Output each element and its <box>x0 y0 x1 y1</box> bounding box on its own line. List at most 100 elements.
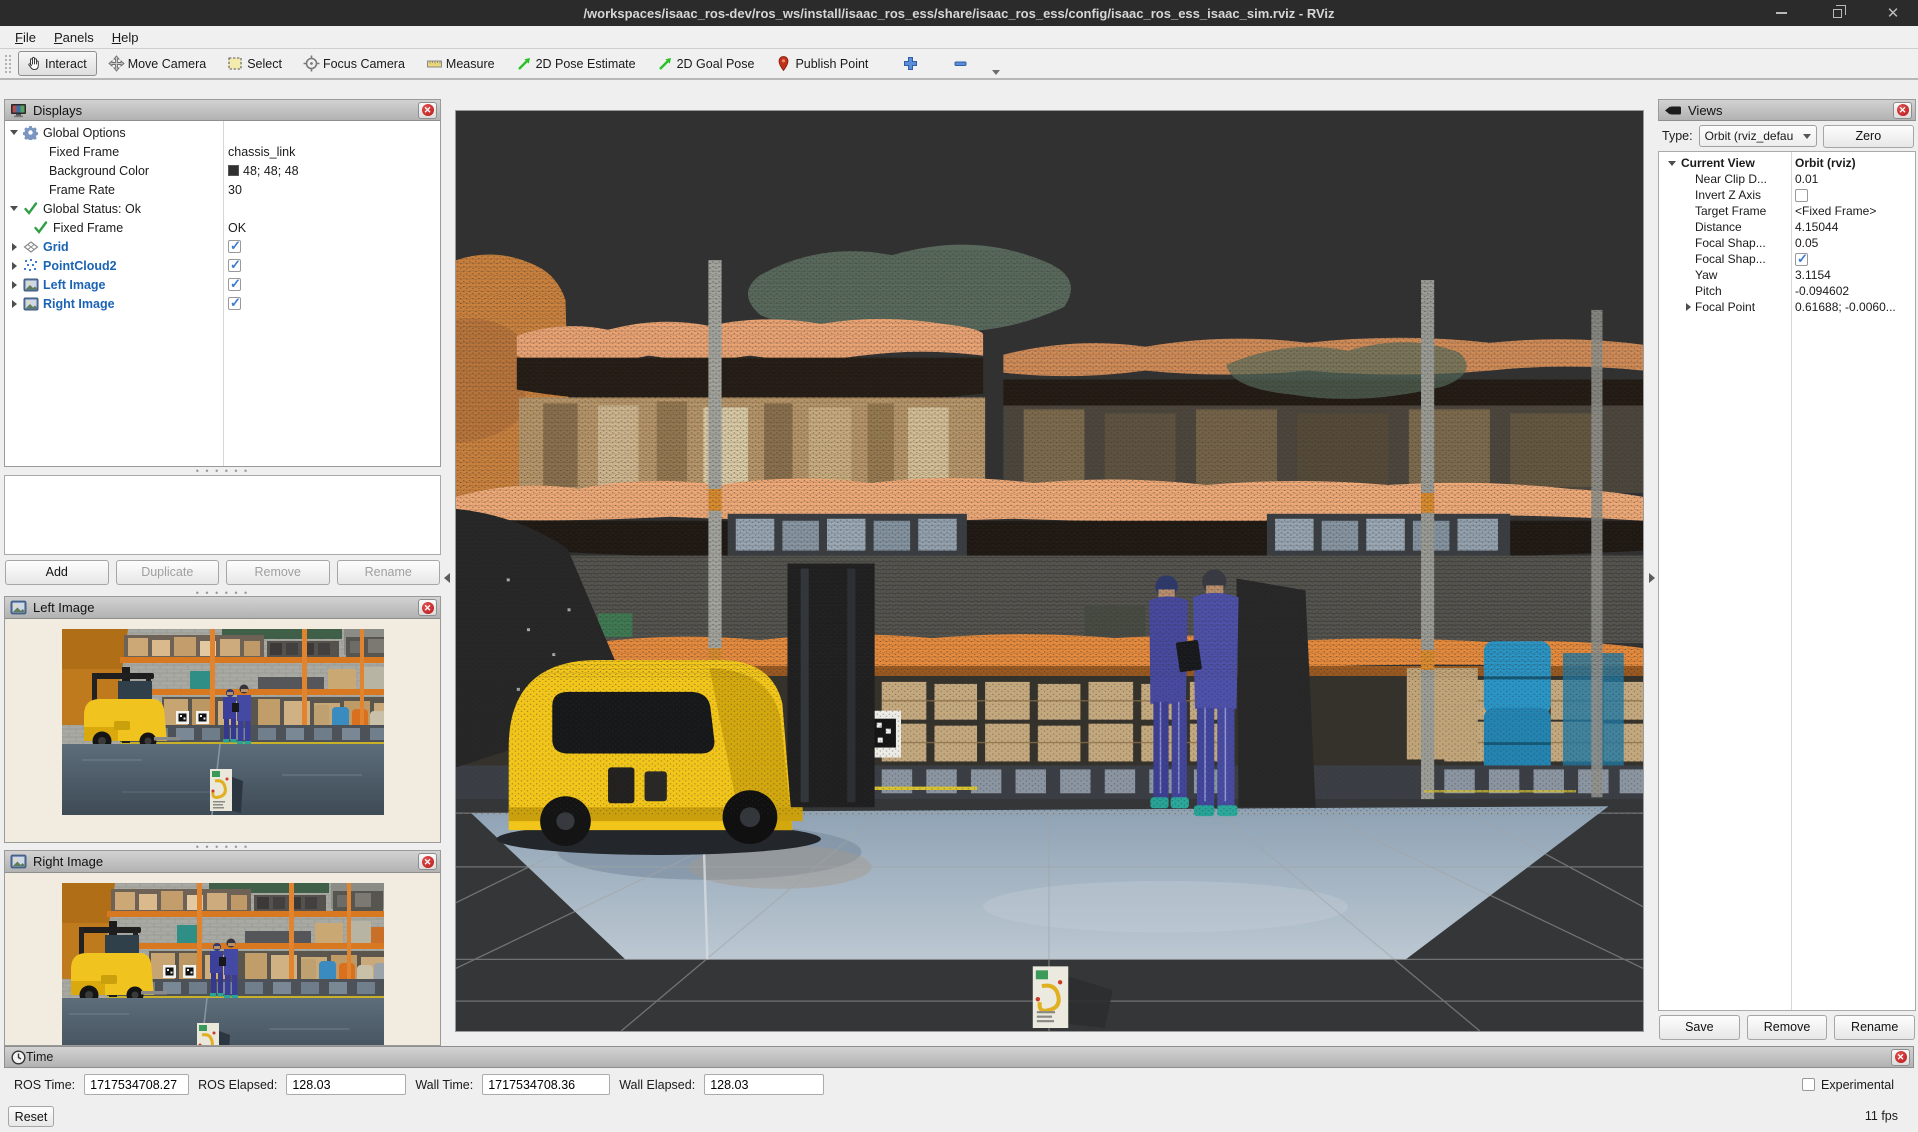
tool-interact[interactable]: Interact <box>18 51 97 76</box>
displays-panel-header[interactable]: Displays ✕ <box>4 99 441 121</box>
right-image-close-button[interactable]: ✕ <box>418 853 437 870</box>
ruler-icon <box>426 55 443 72</box>
views-row-near-clip[interactable]: Near Clip D... 0.01 <box>1659 171 1915 187</box>
invert-z-checkbox[interactable] <box>1795 189 1808 202</box>
right-image-checkbox[interactable] <box>228 297 241 310</box>
views-row-focal-point[interactable]: Focal Point 0.61688; -0.0060... <box>1659 299 1915 315</box>
rename-view-button[interactable]: Rename <box>1834 1015 1915 1040</box>
views-panel: Views ✕ Type: Orbit (rviz_defau Zero Cur… <box>1658 99 1916 1043</box>
fixed-frame-value[interactable]: chassis_link <box>223 145 295 159</box>
tree-row-global-options[interactable]: Global Options <box>5 123 440 142</box>
ros-elapsed-input[interactable] <box>286 1074 406 1095</box>
minimize-button[interactable] <box>1770 4 1792 22</box>
grid-checkbox[interactable] <box>228 240 241 253</box>
time-panel-header[interactable]: Time ✕ <box>4 1046 1914 1068</box>
expander-icon[interactable] <box>5 130 23 135</box>
left-splitter[interactable] <box>441 99 453 1046</box>
tree-row-global-status[interactable]: Global Status: Ok <box>5 199 440 218</box>
expander-icon[interactable] <box>1681 303 1695 311</box>
collapse-left-icon[interactable] <box>444 573 450 583</box>
focal-shape-checkbox[interactable] <box>1795 253 1808 266</box>
left-image-panel-header[interactable]: Left Image ✕ <box>5 597 440 619</box>
experimental-checkbox[interactable] <box>1802 1078 1815 1091</box>
tool-2d-goal-pose[interactable]: 2D Goal Pose <box>650 51 765 76</box>
restore-button[interactable] <box>1826 4 1848 22</box>
views-row-distance[interactable]: Distance 4.15044 <box>1659 219 1915 235</box>
views-row-yaw[interactable]: Yaw 3.1154 <box>1659 267 1915 283</box>
toolbar-grip[interactable] <box>4 54 12 74</box>
collapse-right-icon[interactable] <box>1649 573 1655 583</box>
right-splitter[interactable] <box>1646 99 1658 1046</box>
close-window-button[interactable]: ✕ <box>1882 4 1904 22</box>
toolbar-overflow-arrow[interactable] <box>992 70 1000 75</box>
add-tool-button[interactable] <box>896 52 928 75</box>
tool-measure[interactable]: Measure <box>419 51 505 76</box>
displays-close-button[interactable]: ✕ <box>418 102 437 119</box>
pointcloud2-checkbox[interactable] <box>228 259 241 272</box>
expander-icon[interactable] <box>1663 161 1681 166</box>
tree-row-background-color[interactable]: Background Color 48; 48; 48 <box>5 161 440 180</box>
add-button[interactable]: Add <box>5 560 109 585</box>
expander-icon[interactable] <box>5 243 23 251</box>
views-tree[interactable]: Current View Orbit (rviz) Near Clip D...… <box>1658 151 1916 1011</box>
views-close-button[interactable]: ✕ <box>1893 102 1912 119</box>
remove-tool-button[interactable] <box>946 52 978 75</box>
expander-icon[interactable] <box>5 206 23 211</box>
green-arrow-icon <box>657 55 674 72</box>
remove-button[interactable]: Remove <box>226 560 330 585</box>
tree-row-pointcloud2[interactable]: PointCloud2 <box>5 256 440 275</box>
duplicate-button[interactable]: Duplicate <box>116 560 220 585</box>
panel-splitter[interactable]: • • • • • • <box>4 843 441 850</box>
time-close-button[interactable]: ✕ <box>1891 1049 1910 1066</box>
tree-row-status-fixed-frame[interactable]: Fixed Frame OK <box>5 218 440 237</box>
views-row-focal-shape-size[interactable]: Focal Shap... 0.05 <box>1659 235 1915 251</box>
wall-time-input[interactable] <box>482 1074 610 1095</box>
left-image-view <box>5 619 440 842</box>
render-3d-view[interactable] <box>455 110 1644 1032</box>
reset-button[interactable]: Reset <box>8 1106 54 1127</box>
time-panel: Time ✕ ROS Time: ROS Elapsed: Wall Time:… <box>4 1046 1914 1132</box>
tool-focus-camera[interactable]: Focus Camera <box>296 51 415 76</box>
tree-row-right-image[interactable]: Right Image <box>5 294 440 313</box>
expander-icon[interactable] <box>5 262 23 270</box>
wall-elapsed-input[interactable] <box>704 1074 824 1095</box>
tree-row-fixed-frame[interactable]: Fixed Frame chassis_link <box>5 142 440 161</box>
red-pin-icon <box>775 55 792 72</box>
displays-buttons: Add Duplicate Remove Rename <box>4 555 441 589</box>
background-color-value[interactable]: 48; 48; 48 <box>223 164 299 178</box>
view-type-combobox[interactable]: Orbit (rviz_defau <box>1699 125 1817 147</box>
expander-icon[interactable] <box>5 281 23 289</box>
tree-row-grid[interactable]: Grid <box>5 237 440 256</box>
displays-tree[interactable]: Global Options Fixed Frame chassis_link … <box>4 121 441 467</box>
remove-view-button[interactable]: Remove <box>1747 1015 1828 1040</box>
views-panel-header[interactable]: Views ✕ <box>1658 99 1916 121</box>
menu-panels[interactable]: Panels <box>45 28 103 47</box>
save-view-button[interactable]: Save <box>1659 1015 1740 1040</box>
right-image-panel-header[interactable]: Right Image ✕ <box>5 851 440 873</box>
left-image-close-button[interactable]: ✕ <box>418 599 437 616</box>
window-title: /workspaces/isaac_ros-dev/ros_ws/install… <box>583 6 1334 21</box>
tool-publish-point[interactable]: Publish Point <box>768 51 878 76</box>
left-image-panel-title: Left Image <box>33 600 94 615</box>
panel-splitter[interactable]: • • • • • • <box>4 589 441 596</box>
status-bar: Reset 11 fps <box>4 1101 1914 1132</box>
left-image-checkbox[interactable] <box>228 278 241 291</box>
frame-rate-value[interactable]: 30 <box>223 183 242 197</box>
displays-splitter[interactable]: • • • • • • <box>4 467 441 474</box>
tree-row-left-image[interactable]: Left Image <box>5 275 440 294</box>
tool-2d-pose-estimate[interactable]: 2D Pose Estimate <box>509 51 646 76</box>
tool-move-camera[interactable]: Move Camera <box>101 51 217 76</box>
tool-select[interactable]: Select <box>220 51 292 76</box>
tree-row-frame-rate[interactable]: Frame Rate 30 <box>5 180 440 199</box>
rename-button[interactable]: Rename <box>337 560 441 585</box>
views-row-target-frame[interactable]: Target Frame <Fixed Frame> <box>1659 203 1915 219</box>
menu-help[interactable]: Help <box>103 28 148 47</box>
expander-icon[interactable] <box>5 300 23 308</box>
menu-file[interactable]: File <box>6 28 45 47</box>
views-row-focal-shape-fixed[interactable]: Focal Shap... <box>1659 251 1915 267</box>
views-row-current-view[interactable]: Current View Orbit (rviz) <box>1659 155 1915 171</box>
views-row-invert-z[interactable]: Invert Z Axis <box>1659 187 1915 203</box>
ros-time-input[interactable] <box>84 1074 189 1095</box>
views-row-pitch[interactable]: Pitch -0.094602 <box>1659 283 1915 299</box>
zero-button[interactable]: Zero <box>1823 125 1914 148</box>
